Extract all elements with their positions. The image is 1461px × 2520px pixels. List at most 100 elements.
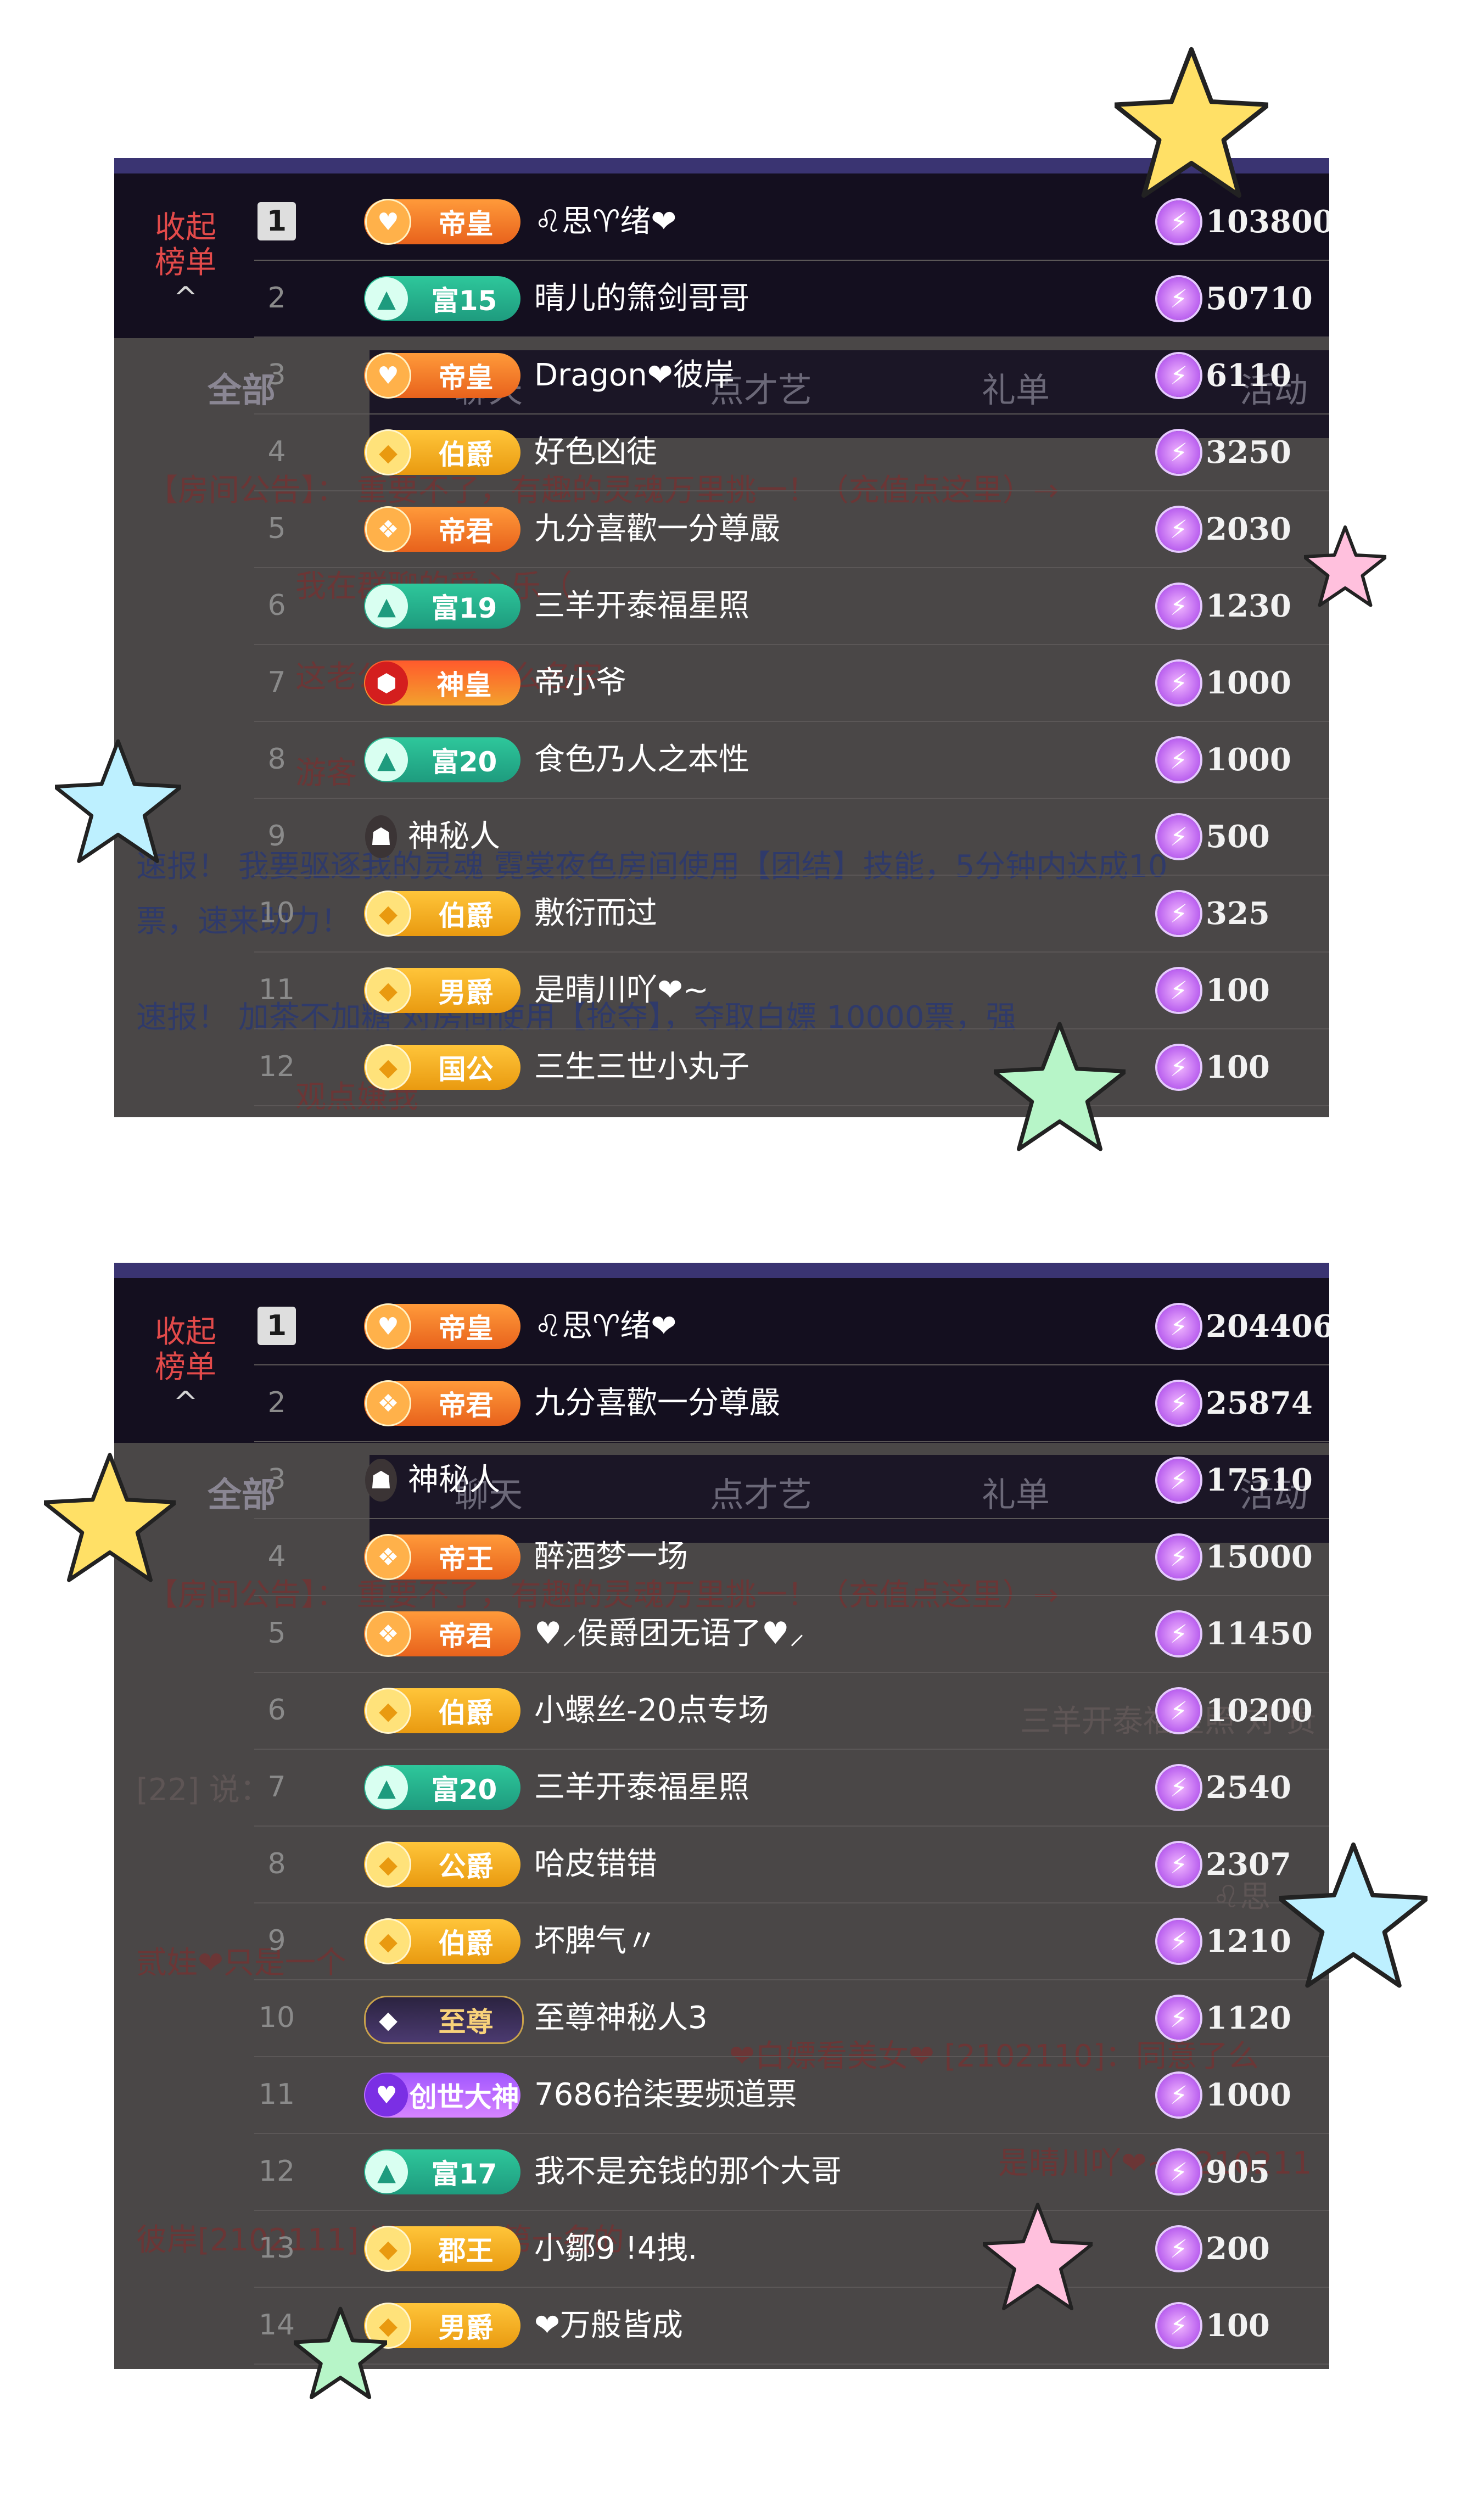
user-name[interactable]: 神秘人: [408, 814, 500, 859]
score: ⚡ 25874: [1157, 1381, 1313, 1426]
leaderboard-row[interactable]: 2 ▲ 富15 晴儿的箫剑哥哥 ⚡ 50710: [254, 260, 1329, 338]
user-name[interactable]: 神秘人: [408, 1458, 500, 1503]
score-value: 50710: [1206, 281, 1313, 317]
leaderboard-row[interactable]: 9 ☗ 神秘人 ⚡ 500: [254, 798, 1329, 876]
leaderboard-row[interactable]: 7 ▲ 富20 三羊开泰福星照 ⚡ 2540: [254, 1749, 1329, 1827]
bolt-icon: ⚡: [1157, 1612, 1200, 1655]
bolt-icon: ⚡: [1157, 354, 1200, 397]
rank-number: 8: [267, 1847, 286, 1880]
user-name[interactable]: 是晴川吖❤~: [534, 968, 709, 1013]
leaderboard-row[interactable]: 12 ◆ 国公 三生三世小丸子 ⚡ 100: [254, 1028, 1329, 1106]
leaderboard-row[interactable]: 3 ☗ 神秘人 ⚡ 17510: [254, 1441, 1329, 1519]
leaderboard-row[interactable]: 4 ◆ 伯爵 好色凶徒 ⚡ 3250: [254, 413, 1329, 491]
leaderboard-row[interactable]: 14 ◆ 男爵 ❤万般皆成 ⚡ 100: [254, 2287, 1329, 2365]
leaderboard-row[interactable]: 2 ❖ 帝君 九分喜歡一分尊嚴 ⚡ 25874: [254, 1364, 1329, 1442]
rank-badge: ▲ 富15: [364, 276, 520, 321]
leaderboard-row[interactable]: 10 ◆ 至尊 至尊神秘人3 ⚡ 1120: [254, 1979, 1329, 2057]
user-name[interactable]: 坏脾气〃: [534, 1919, 657, 1964]
rank-number: 9: [267, 1924, 286, 1957]
user-name[interactable]: 九分喜歡一分尊嚴: [534, 1381, 780, 1426]
leaderboard-row[interactable]: 5 ❖ 帝君 ♥⸝侯爵团无语了♥⸝ ⚡ 11450: [254, 1595, 1329, 1673]
user-name[interactable]: 好色凶徒: [534, 430, 657, 475]
score: ⚡ 15000: [1157, 1535, 1313, 1580]
blue-star-icon: [1279, 1842, 1428, 1988]
user-name[interactable]: 三生三世小丸子: [534, 1045, 749, 1090]
collapse-leaderboard-button[interactable]: 收起 榜单 ^: [153, 1315, 219, 1420]
leaderboard-row[interactable]: 4 ❖ 帝王 醉酒梦一场 ⚡ 15000: [254, 1518, 1329, 1596]
score-value: 200: [1206, 2231, 1270, 2267]
badge-label: 伯爵: [438, 1928, 494, 1959]
badge-emblem-icon: ❖: [365, 1380, 411, 1426]
leaderboard-row[interactable]: 12 ▲ 富17 我不是充钱的那个大哥 ⚡ 905: [254, 2133, 1329, 2211]
score: ⚡ 1000: [1157, 737, 1291, 782]
leaderboard-row[interactable]: 3 ♥ 帝皇 Dragon❤彼岸 ⚡ 6110: [254, 337, 1329, 415]
rank-badge: ▲ 富20: [364, 737, 520, 782]
user-name[interactable]: 醉酒梦一场: [534, 1535, 688, 1580]
user-name[interactable]: 我不是充钱的那个大哥: [534, 2149, 842, 2194]
rank-number: 12: [258, 1050, 295, 1083]
user-name[interactable]: 哈皮错错: [534, 1842, 657, 1887]
leaderboard-row[interactable]: 8 ◆ 公爵 哈皮错错 ⚡ 2307: [254, 1825, 1329, 1903]
rank-number: 2: [267, 1386, 286, 1419]
user-name[interactable]: 小鄒9 !4拽.: [534, 2226, 697, 2271]
badge-emblem-icon: ◆: [365, 1841, 411, 1888]
score-value: 2030: [1206, 511, 1291, 547]
badge-label: 富17: [431, 2158, 497, 2190]
rank-badge: ▲ 富20: [364, 1765, 520, 1810]
rank-badge: ◆ 伯爵: [364, 1918, 520, 1964]
user-name[interactable]: 7686拾柒要频道票: [534, 2073, 797, 2118]
rank-number: 12: [258, 2155, 295, 2188]
badge-emblem-icon: ⬢: [365, 662, 408, 704]
score-value: 1230: [1206, 588, 1291, 624]
user-name[interactable]: Dragon❤彼岸: [534, 353, 735, 398]
rank-badge: ◆ 伯爵: [364, 1688, 520, 1734]
leaderboard-row[interactable]: 11 ♥ 创世大神 7686拾柒要频道票 ⚡ 1000: [254, 2056, 1329, 2134]
badge-emblem-icon: ♥: [365, 2074, 408, 2116]
bolt-icon: ⚡: [1157, 1305, 1200, 1348]
collapse-leaderboard-button[interactable]: 收起 榜单 ^: [153, 210, 219, 316]
user-name[interactable]: 食色乃人之本性: [534, 737, 749, 782]
score: ⚡ 50710: [1157, 276, 1313, 321]
leaderboard-row[interactable]: 9 ◆ 伯爵 坏脾气〃 ⚡ 1210: [254, 1902, 1329, 1980]
rank-badge: ▲ 富19: [364, 584, 520, 629]
leaderboard-row[interactable]: 13 ◆ 郡王 小鄒9 !4拽. ⚡ 200: [254, 2210, 1329, 2288]
user-name[interactable]: ♌思♈绪❤: [534, 199, 676, 244]
leaderboard-row[interactable]: 11 ◆ 男爵 是晴川吖❤~ ⚡ 100: [254, 951, 1329, 1029]
leaderboard-row[interactable]: 6 ▲ 富19 三羊开泰福星照 ⚡ 1230: [254, 567, 1329, 645]
rank-number: 10: [258, 2001, 295, 2034]
bolt-icon: ⚡: [1157, 585, 1200, 628]
score: ⚡ 100: [1157, 1045, 1270, 1090]
rank-number: 6: [267, 589, 286, 622]
green-star-icon: [294, 2306, 387, 2399]
score-value: 1000: [1206, 665, 1291, 701]
user-name[interactable]: ❤万般皆成: [534, 2303, 683, 2348]
leaderboard-row[interactable]: 6 ◆ 伯爵 小螺丝-20点专场 ⚡ 10200: [254, 1672, 1329, 1750]
leaderboard-row[interactable]: 8 ▲ 富20 食色乃人之本性 ⚡ 1000: [254, 721, 1329, 799]
score: ⚡ 10200: [1157, 1688, 1313, 1733]
badge-label: 帝皇: [438, 1313, 494, 1345]
rank-badge: ♥ 创世大神: [364, 2073, 520, 2118]
user-name[interactable]: 至尊神秘人3: [534, 1996, 708, 2041]
user-name[interactable]: 小螺丝-20点专场: [534, 1688, 769, 1733]
bolt-icon: ⚡: [1157, 969, 1200, 1012]
user-name[interactable]: 晴儿的箫剑哥哥: [534, 276, 749, 321]
green-star-icon: [994, 1022, 1126, 1151]
leaderboard-row[interactable]: 5 ❖ 帝君 九分喜歡一分尊嚴 ⚡ 2030: [254, 490, 1329, 568]
user-name[interactable]: ♌思♈绪❤: [534, 1304, 676, 1349]
user-name[interactable]: 敷衍而过: [534, 891, 657, 936]
leaderboard-row[interactable]: 7 ⬢ 神皇 帝小爷 ⚡ 1000: [254, 644, 1329, 722]
rank-number: 3: [267, 1463, 286, 1496]
score-value: 2540: [1206, 1769, 1291, 1806]
leaderboard-row[interactable]: 1 ♥ 帝皇 ♌思♈绪❤ ⚡ 204406: [254, 1287, 1329, 1365]
user-name[interactable]: 帝小爷: [534, 660, 626, 705]
user-name[interactable]: 九分喜歡一分尊嚴: [534, 507, 780, 552]
user-name[interactable]: 三羊开泰福星照: [534, 584, 749, 629]
bolt-icon: ⚡: [1157, 2074, 1200, 2116]
leaderboard-row[interactable]: 10 ◆ 伯爵 敷衍而过 ⚡ 325: [254, 875, 1329, 953]
rank-number: 13: [258, 2232, 295, 2265]
user-name[interactable]: 三羊开泰福星照: [534, 1765, 749, 1810]
user-name[interactable]: ♥⸝侯爵团无语了♥⸝: [534, 1611, 804, 1656]
score: ⚡ 11450: [1157, 1611, 1313, 1656]
score-value: 17510: [1206, 1462, 1313, 1498]
badge-label: 帝君: [438, 1620, 494, 1652]
